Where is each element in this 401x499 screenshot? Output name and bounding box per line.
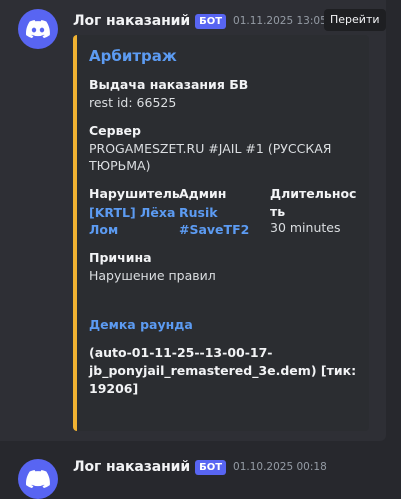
field-punishment: Выдача наказания БВ rest id: 66525	[89, 77, 248, 111]
field-name-server: Сервер	[89, 123, 141, 138]
next-message: Лог наказаний БОТ 01.10.2025 00:18	[0, 451, 401, 499]
field-admin: Админ Rusik #SaveTF2	[179, 186, 249, 238]
bot-badge: БОТ	[195, 13, 227, 29]
field-server: Сервер PROGAMESZET.RU #JAIL #1 (РУССКАЯ …	[89, 123, 331, 174]
next-bot-badge: БОТ	[195, 459, 227, 475]
field-value-punishment: rest id: 66525	[89, 95, 177, 110]
next-username[interactable]: Лог наказаний	[73, 459, 190, 475]
discord-logo-icon	[26, 470, 50, 488]
next-message-header: Лог наказаний БОТ 01.10.2025 00:18	[73, 459, 327, 475]
field-value-duration: 30 minutes	[270, 220, 341, 235]
demo-link[interactable]: Демка раунда	[89, 317, 356, 332]
field-offender: Нарушитель [KRTL] Лёха Лом	[89, 186, 180, 238]
admin-link-line1[interactable]: Rusik	[179, 204, 249, 221]
demo-value-line1: (auto-01-11-25--13-00-17-	[89, 345, 273, 360]
timestamp: 01.11.2025 13:05	[233, 15, 327, 27]
admin-link-line2[interactable]: #SaveTF2	[179, 221, 249, 238]
goto-button[interactable]: Перейти	[324, 9, 386, 31]
field-name-reason: Причина	[89, 250, 152, 265]
field-value-server-line2: ТЮРЬМА)	[89, 158, 151, 173]
demo-value-line3: 19206]	[89, 381, 139, 396]
field-name-offender: Нарушитель	[89, 186, 180, 201]
discord-logo-icon	[26, 20, 50, 38]
field-name-admin: Админ	[179, 186, 227, 201]
username[interactable]: Лог наказаний	[73, 13, 190, 29]
field-value-reason: Нарушение правил	[89, 268, 216, 283]
field-name-punishment: Выдача наказания БВ	[89, 77, 249, 92]
field-duration: Длительнос ть 30 minutes	[270, 186, 356, 236]
next-bot-avatar[interactable]	[18, 459, 58, 499]
bot-avatar[interactable]	[18, 9, 58, 49]
field-reason: Причина Нарушение правил	[89, 250, 216, 284]
next-timestamp: 01.10.2025 00:18	[233, 461, 327, 473]
demo-value-line2: jb_ponyjail_remastered_3e.dem) [тик:	[89, 363, 357, 378]
offender-link-line2[interactable]: Лом	[89, 221, 180, 238]
message-header: Лог наказаний БОТ 01.11.2025 13:05	[73, 10, 327, 32]
field-value-server-line1: PROGAMESZET.RU #JAIL #1 (РУССКАЯ	[89, 141, 332, 156]
offender-link-line1[interactable]: [KRTL] Лёха	[89, 204, 180, 221]
field-name-duration-line1: Длительнос	[270, 186, 357, 201]
field-name-duration-line2: ть	[270, 204, 286, 219]
field-demo: Демка раунда (auto-01-11-25--13-00-17- j…	[89, 317, 356, 398]
embed-title[interactable]: Арбитраж	[89, 47, 177, 65]
message-card: Лог наказаний БОТ 01.11.2025 13:05 Перей…	[0, 0, 386, 441]
embed: Арбитраж Выдача наказания БВ rest id: 66…	[73, 35, 369, 431]
